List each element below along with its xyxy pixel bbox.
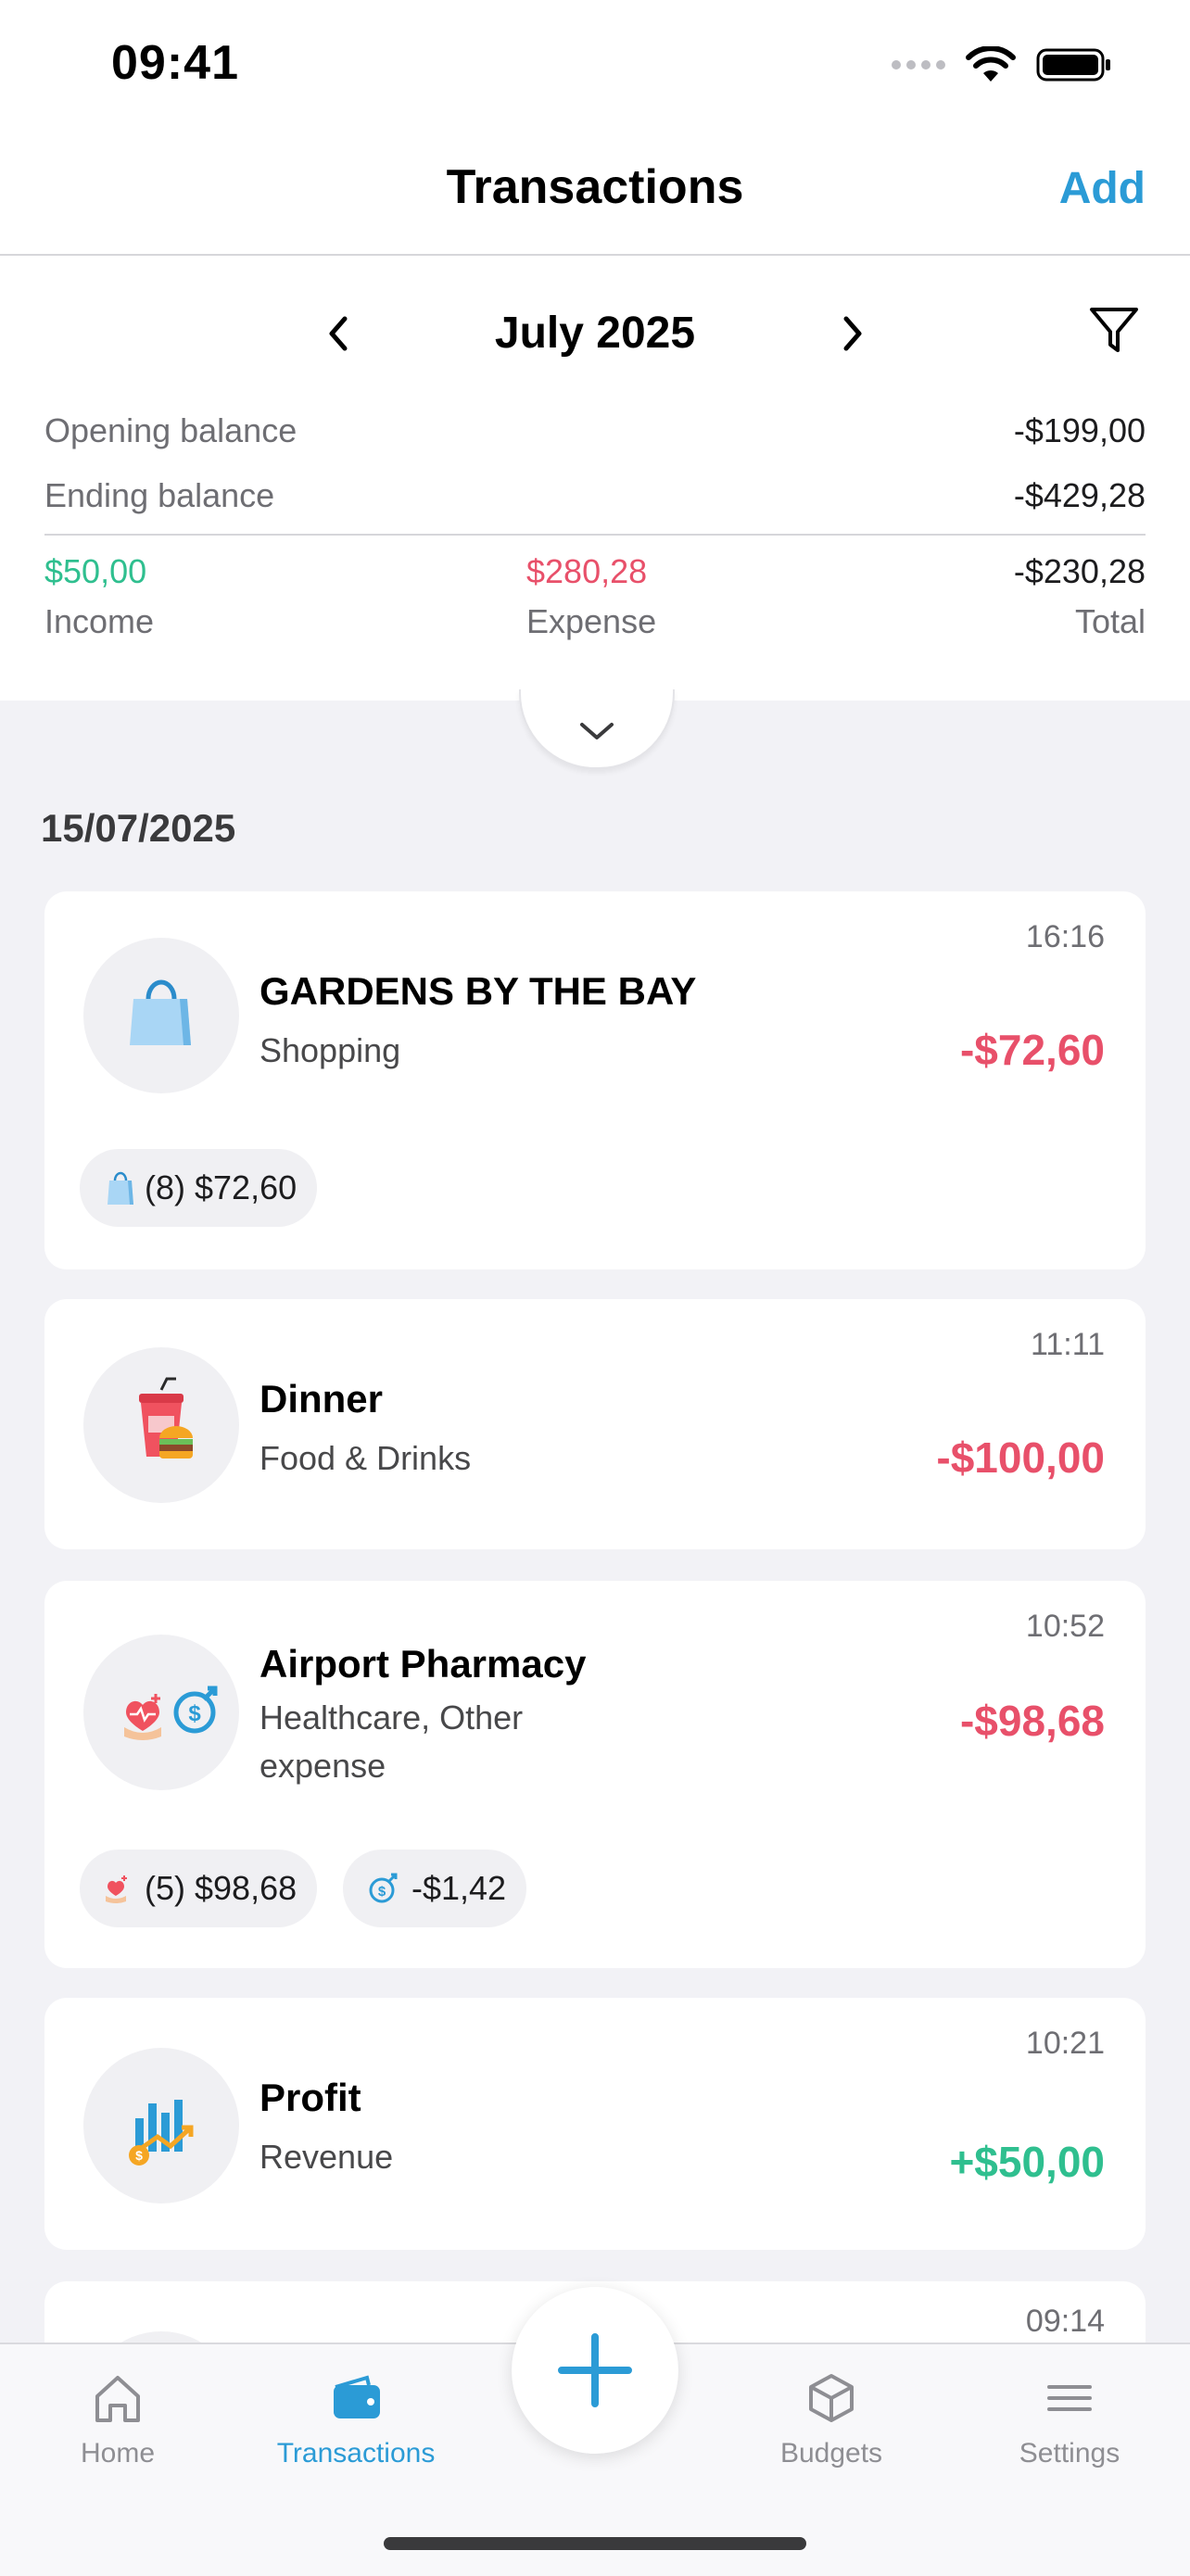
wifi-icon: [966, 46, 1016, 82]
tab-budgets[interactable]: Budgets: [729, 2368, 933, 2469]
divider: [44, 534, 1146, 536]
total-value: -$230,28: [1013, 552, 1146, 590]
cellular-signal-icon: [892, 60, 945, 69]
transaction-category: Healthcare, Other expense: [260, 1698, 524, 1785]
month-label[interactable]: July 2025: [0, 308, 1190, 359]
menu-icon: [1047, 2385, 1092, 2411]
date-header: 15/07/2025: [41, 806, 236, 850]
filter-icon[interactable]: [1086, 302, 1142, 358]
expense-label: Expense: [526, 602, 657, 640]
expense-value: $280,28: [526, 552, 648, 590]
chevron-down-icon: [580, 723, 614, 739]
tab-settings[interactable]: Settings: [968, 2368, 1171, 2469]
transaction-time: 10:52: [1025, 1609, 1105, 1644]
battery-icon: [1036, 48, 1110, 82]
food-drink-icon: [139, 1377, 193, 1458]
category-icon-circle: [83, 938, 239, 1093]
transaction-category: Revenue: [260, 2138, 394, 2176]
transaction-amount: +$50,00: [949, 2138, 1105, 2186]
expense-summary: $280,28 Expense: [526, 552, 656, 641]
plus-icon: [558, 2333, 632, 2407]
transaction-category: Shopping: [260, 1031, 401, 1069]
healthcare-icon: $: [124, 1686, 218, 1740]
wallet-icon: [334, 2375, 380, 2418]
svg-text:$: $: [378, 1884, 386, 1900]
chip-text: (5) $98,68: [145, 1869, 298, 1907]
transaction-card[interactable]: 11:11 Dinner Food & Drinks -$100,00: [44, 1299, 1146, 1549]
chip-text: -$1,42: [411, 1869, 507, 1907]
opening-balance-row: Opening balance -$199,00: [44, 411, 1146, 458]
category-chip: (5) $98,68: [80, 1850, 318, 1927]
page-title: Transactions: [446, 160, 744, 214]
tab-transactions[interactable]: Transactions: [254, 2368, 458, 2469]
status-bar: 09:41: [0, 0, 1190, 130]
tab-home[interactable]: Home: [16, 2368, 220, 2469]
tab-label: Transactions: [276, 2438, 436, 2469]
shopping-bag-icon: [130, 979, 191, 1045]
transaction-amount: -$72,60: [959, 1026, 1105, 1074]
total-summary: -$230,28 Total: [1014, 552, 1146, 641]
home-indicator: [384, 2537, 806, 2550]
transaction-time: 09:14: [1025, 2304, 1105, 2339]
income-value: $50,00: [44, 552, 147, 590]
income-label: Income: [44, 602, 155, 640]
transaction-amount: -$98,68: [959, 1697, 1105, 1745]
chip-text: (8) $72,60: [145, 1168, 298, 1206]
transaction-category: Food & Drinks: [260, 1439, 472, 1477]
ending-balance-label: Ending balance: [44, 476, 275, 514]
transaction-title: GARDENS BY THE BAY: [260, 969, 697, 1013]
transaction-amount: -$100,00: [936, 1433, 1105, 1482]
transaction-title: Profit: [260, 2076, 361, 2119]
status-icons: [892, 46, 1112, 83]
shopping-bag-icon: [108, 1171, 133, 1205]
category-icon-circle: [83, 1347, 239, 1503]
category-chip: (8) $72,60: [80, 1149, 318, 1227]
add-button[interactable]: Add: [1059, 163, 1146, 214]
total-label: Total: [1074, 602, 1146, 640]
svg-text:$: $: [188, 1701, 201, 1726]
summary-panel: July 2025 Opening balance -$199,00 Endin…: [0, 256, 1190, 701]
tab-label: Settings: [1019, 2438, 1120, 2469]
navigation-bar: Transactions Add: [0, 130, 1190, 256]
revenue-chart-icon: $: [129, 2100, 194, 2166]
box-icon: [809, 2374, 854, 2422]
category-icon-circle: $: [83, 1635, 239, 1790]
home-icon: [95, 2376, 140, 2422]
ending-balance-row: Ending balance -$429,28: [44, 476, 1146, 523]
income-summary: $50,00 Income: [44, 552, 154, 641]
transaction-card[interactable]: 10:21 $ Profit Revenue +$50,00: [44, 1998, 1146, 2250]
month-selector: July 2025: [0, 297, 1190, 371]
tab-label: Home: [80, 2438, 156, 2469]
category-chip: $ -$1,42: [343, 1850, 527, 1927]
transaction-time: 11:11: [1030, 1327, 1105, 1362]
chevron-right-icon[interactable]: [829, 306, 876, 361]
opening-balance-value: -$199,00: [1013, 411, 1146, 449]
tab-label: Budgets: [779, 2438, 883, 2469]
status-time: 09:41: [111, 36, 239, 90]
transaction-card[interactable]: 16:16 GARDENS BY THE BAY Shopping -$72,6…: [44, 891, 1146, 1269]
svg-text:$: $: [135, 2148, 143, 2163]
transaction-time: 16:16: [1025, 919, 1105, 954]
category-icon-circle: $: [83, 2048, 239, 2203]
transaction-time: 10:21: [1025, 2026, 1105, 2061]
healthcare-icon: [106, 1875, 127, 1903]
add-transaction-button[interactable]: [512, 2287, 678, 2454]
expand-summary-button[interactable]: [519, 689, 675, 769]
opening-balance-label: Opening balance: [44, 411, 298, 449]
transaction-title: Dinner: [260, 1377, 384, 1421]
transaction-title: Airport Pharmacy: [260, 1642, 587, 1686]
transaction-card[interactable]: 10:52 $ Airport Pharmacy Healthcare, Oth…: [44, 1581, 1146, 1968]
ending-balance-value: -$429,28: [1013, 476, 1146, 514]
other-expense-icon: $: [369, 1873, 398, 1903]
